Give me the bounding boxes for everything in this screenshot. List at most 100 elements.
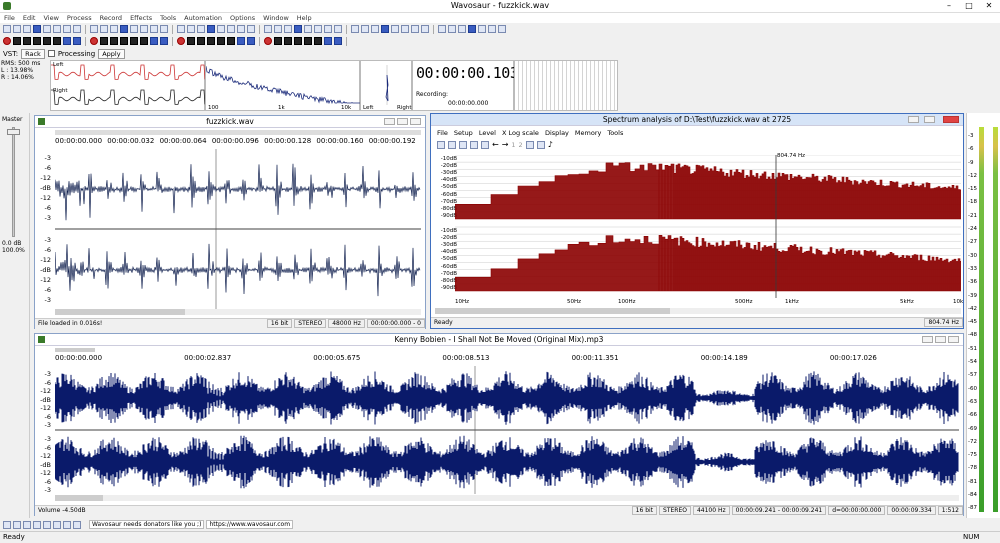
toolbar-tool-icon[interactable] [334, 25, 342, 33]
toolbar-tool-icon[interactable] [324, 37, 332, 45]
toolbar-tool-icon[interactable] [110, 37, 118, 45]
toolbar-tool-icon[interactable] [381, 25, 389, 33]
toolbar-tool-icon[interactable] [100, 25, 108, 33]
toolbar-tool-icon[interactable] [53, 37, 61, 45]
wave1-maximize-button[interactable] [397, 118, 408, 125]
spectrum-menu-level[interactable]: Level [479, 129, 496, 137]
wave2-overview-scrollbar[interactable] [55, 348, 95, 352]
toolbar-tool-icon[interactable] [23, 37, 31, 45]
menu-effects[interactable]: Effects [126, 13, 156, 23]
toolbar-tool-icon[interactable] [177, 25, 185, 33]
toolbar-tool-icon[interactable] [411, 25, 419, 33]
toolbar-tool-icon[interactable] [468, 25, 476, 33]
minimize-button[interactable]: – [942, 1, 956, 11]
menu-process[interactable]: Process [63, 13, 96, 23]
toolbar-tool-icon[interactable] [371, 25, 379, 33]
toolbar-tool-icon[interactable] [23, 25, 31, 33]
spectrum-menu-memory[interactable]: Memory [575, 129, 601, 137]
toolbar-tool-icon[interactable] [237, 25, 245, 33]
spectrum-maximize-button[interactable] [924, 116, 935, 123]
master-fader-handle[interactable] [7, 129, 20, 135]
zoom-v-icon[interactable] [53, 520, 61, 529]
spectrum-menu-file[interactable]: File [437, 129, 448, 137]
toolbar-tool-icon[interactable] [227, 25, 235, 33]
zoom-sel-icon[interactable] [23, 520, 31, 529]
zoom-all-icon[interactable] [33, 520, 41, 529]
toolbar-tool-icon[interactable] [160, 37, 168, 45]
toolbar-tool-icon[interactable] [90, 37, 98, 45]
toolbar-tool-icon[interactable] [150, 25, 158, 33]
menu-view[interactable]: View [39, 13, 62, 23]
toolbar-tool-icon[interactable] [351, 25, 359, 33]
wave2-hscroll[interactable] [55, 495, 959, 501]
wave2-minimize-button[interactable] [922, 336, 933, 343]
spec-right-arrow-icon[interactable]: → [502, 140, 509, 149]
menu-record[interactable]: Record [96, 13, 126, 23]
website-link[interactable]: https://www.wavosaur.com [206, 520, 294, 529]
processing-checkbox[interactable] [47, 50, 55, 57]
menu-automation[interactable]: Automation [180, 13, 226, 23]
rack-button[interactable]: Rack [21, 48, 45, 59]
toolbar-tool-icon[interactable] [120, 25, 128, 33]
toolbar-tool-icon[interactable] [130, 37, 138, 45]
toolbar-tool-icon[interactable] [421, 25, 429, 33]
toolbar-tool-icon[interactable] [140, 37, 148, 45]
toolbar-tool-icon[interactable] [100, 37, 108, 45]
toolbar-tool-icon[interactable] [284, 25, 292, 33]
spectrum-menu-tools[interactable]: Tools [607, 129, 623, 137]
toolbar-tool-icon[interactable] [361, 25, 369, 33]
toolbar-tool-icon[interactable] [237, 37, 245, 45]
toolbar-tool-icon[interactable] [43, 25, 51, 33]
wave1-overview-scrollbar[interactable] [55, 130, 421, 135]
toolbar-tool-icon[interactable] [334, 37, 342, 45]
menu-edit[interactable]: Edit [19, 13, 40, 23]
wave2-close-button[interactable] [948, 336, 959, 343]
toolbar-tool-icon[interactable] [197, 25, 205, 33]
spectrum-menu-display[interactable]: Display [545, 129, 569, 137]
spec-rect-icon[interactable] [470, 140, 478, 149]
spec-zoom-out-icon[interactable] [536, 140, 545, 149]
wave1-waveform[interactable] [55, 149, 421, 309]
wave1-minimize-button[interactable] [384, 118, 395, 125]
toolbar-tool-icon[interactable] [43, 37, 51, 45]
toolbar-tool-icon[interactable] [90, 25, 98, 33]
toolbar-tool-icon[interactable] [177, 37, 185, 45]
toolbar-tool-icon[interactable] [217, 37, 225, 45]
spec-clear-icon[interactable] [481, 140, 489, 149]
toolbar-tool-icon[interactable] [401, 25, 409, 33]
apply-button[interactable]: Apply [98, 48, 125, 59]
toolbar-tool-icon[interactable] [73, 25, 81, 33]
toolbar-tool-icon[interactable] [3, 25, 11, 33]
toolbar-tool-icon[interactable] [274, 25, 282, 33]
toolbar-tool-icon[interactable] [314, 37, 322, 45]
toolbar-tool-icon[interactable] [160, 25, 168, 33]
toolbar-tool-icon[interactable] [478, 25, 486, 33]
wave2-waveform[interactable] [55, 366, 959, 494]
toolbar-tool-icon[interactable] [498, 25, 506, 33]
spectrum-menu-setup[interactable]: Setup [454, 129, 473, 137]
toolbar-tool-icon[interactable] [110, 25, 118, 33]
zoom-fit-icon[interactable] [73, 520, 81, 529]
wave1-close-button[interactable] [410, 118, 421, 125]
wave2-maximize-button[interactable] [935, 336, 946, 343]
toolbar-tool-icon[interactable] [264, 37, 272, 45]
spectrum-close-button[interactable] [943, 116, 959, 123]
toolbar-tool-icon[interactable] [264, 25, 272, 33]
toolbar-tool-icon[interactable] [130, 25, 138, 33]
menu-file[interactable]: File [0, 13, 19, 23]
toolbar-tool-icon[interactable] [120, 37, 128, 45]
spec-left-arrow-icon[interactable]: ← [492, 140, 499, 149]
toolbar-tool-icon[interactable] [3, 37, 11, 45]
toolbar-tool-icon[interactable] [197, 37, 205, 45]
toolbar-tool-icon[interactable] [488, 25, 496, 33]
toolbar-tool-icon[interactable] [63, 25, 71, 33]
spec-zoom-in-icon[interactable] [525, 140, 534, 149]
toolbar-tool-icon[interactable] [187, 25, 195, 33]
spectrum-menu-xlog[interactable]: X Log scale [502, 129, 539, 137]
toolbar-tool-icon[interactable] [284, 37, 292, 45]
toolbar-tool-icon[interactable] [314, 25, 322, 33]
toolbar-tool-icon[interactable] [458, 25, 466, 33]
spec-mem-2[interactable]: 2 [519, 141, 523, 149]
toolbar-tool-icon[interactable] [438, 25, 446, 33]
toolbar-tool-icon[interactable] [207, 37, 215, 45]
